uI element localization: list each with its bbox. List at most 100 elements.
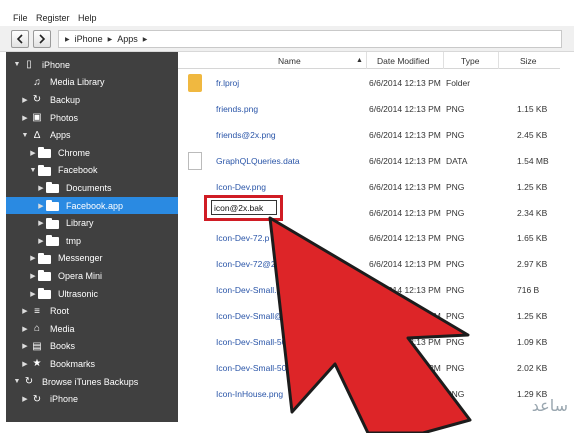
- expand-right-icon[interactable]: ▶: [20, 325, 30, 333]
- sidebar-tree: ▼ ▯ iPhone ♫ Media Library ▶ ↻ Backup ▶ ▣ Photos ▼ ∆…: [6, 52, 178, 422]
- expand-right-icon[interactable]: ▶: [28, 149, 38, 157]
- expand-down-icon[interactable]: ▼: [28, 167, 38, 174]
- folder-shape: [38, 252, 51, 264]
- expand-down-icon[interactable]: ▼: [12, 61, 22, 68]
- folder-shape: [46, 182, 59, 194]
- file-type: PNG: [446, 207, 465, 218]
- sidebar-item-label: iPhone: [42, 59, 71, 70]
- sidebar-item-label: Documents: [66, 182, 112, 193]
- folder-shape: [46, 200, 59, 212]
- scrollbar-track[interactable]: [560, 52, 574, 422]
- breadcrumb-separator-icon: ▶: [142, 36, 148, 43]
- file-date: 6/6/2014 12:13 PM: [369, 337, 441, 347]
- sidebar-item[interactable]: ▼ ▯ iPhone: [6, 56, 178, 74]
- file-row[interactable]: friends@2x.png 6/6/2014 12:13 PM PNG 2.45 K…: [178, 122, 560, 148]
- expand-down-icon[interactable]: ▼: [20, 132, 30, 139]
- file-row[interactable]: Icon-Dev-Small-50@2x.p 6/6/2014 12:13 PM P…: [178, 355, 560, 381]
- file-row[interactable]: Icon-Dev-72.p 6/6/2014 12:13 PM PNG 1.65 KB: [178, 225, 560, 251]
- file-name: friends.png: [216, 103, 259, 114]
- sidebar-item-label: Backup: [50, 94, 81, 105]
- sidebar-item[interactable]: ▶ Documents: [6, 179, 178, 197]
- sidebar-item[interactable]: ▶ Ultrasonic: [6, 285, 178, 303]
- menu-file[interactable]: File: [13, 13, 28, 23]
- file-name: GraphQLQueries.data: [216, 155, 300, 166]
- column-header-date[interactable]: Date Modified: [377, 56, 429, 66]
- phone-icon: ▯: [26, 59, 32, 71]
- expand-right-icon[interactable]: ▶: [28, 272, 38, 280]
- file-name: Icon-Dev-Small-50@2x.p: [216, 362, 312, 373]
- sidebar-item[interactable]: ▶ Opera Mini: [6, 267, 178, 285]
- menu-bar: File Register Help: [0, 0, 574, 26]
- folder-shape: [46, 235, 59, 247]
- sidebar-item[interactable]: ▶ ▤ Books: [6, 338, 178, 356]
- sidebar-item[interactable]: ▶ tmp: [6, 232, 178, 250]
- breadcrumb-item-apps[interactable]: Apps: [117, 34, 138, 44]
- file-row[interactable]: fr.lproj 6/6/2014 12:13 PM Folder: [178, 70, 560, 96]
- sidebar-item[interactable]: ▶ Library: [6, 214, 178, 232]
- file-row[interactable]: Icon-Dev-Small@2x.p 6/6/2014 12:13 PM PNG 1…: [178, 303, 560, 329]
- file-row[interactable]: friends.png 6/6/2014 12:13 PM PNG 1.15 KB: [178, 96, 560, 122]
- breadcrumb-separator-icon: ▶: [65, 36, 70, 43]
- menu-help[interactable]: Help: [78, 13, 97, 23]
- file-row[interactable]: Icon-Dev-Small-50.png 6/6/2014 12:13 PM PN…: [178, 329, 560, 355]
- sidebar-item[interactable]: ▶ ★ Bookmarks: [6, 355, 178, 373]
- sidebar-item[interactable]: ▶ Messenger: [6, 250, 178, 268]
- expand-right-icon[interactable]: ▶: [20, 307, 30, 315]
- forward-button[interactable]: [33, 30, 51, 48]
- file-type: PNG: [446, 233, 465, 244]
- column-divider[interactable]: [498, 52, 499, 69]
- sidebar-item[interactable]: ▼ ↻ Browse iTunes Backups: [6, 373, 178, 391]
- expand-right-icon[interactable]: ▶: [28, 254, 38, 262]
- column-divider[interactable]: [443, 52, 444, 69]
- file-name: friends@2x.png: [216, 129, 276, 140]
- expand-down-icon[interactable]: ▼: [12, 378, 22, 385]
- file-size: 2.02 KB: [517, 362, 548, 373]
- column-divider[interactable]: [366, 52, 367, 69]
- expand-right-icon[interactable]: ▶: [36, 237, 46, 245]
- file-size: 2.34 KB: [517, 207, 548, 218]
- sidebar-item-label: Facebook: [58, 165, 98, 176]
- file-type: PNG: [446, 181, 465, 192]
- expand-right-icon[interactable]: ▶: [20, 96, 30, 104]
- sidebar-item[interactable]: ▶ ↻ iPhone: [6, 390, 178, 408]
- sidebar-item[interactable]: ▶ Facebook.app: [6, 196, 178, 215]
- expand-right-icon[interactable]: ▶: [36, 219, 46, 227]
- media-icon: ⌂: [33, 323, 41, 335]
- sidebar-item[interactable]: ▶ ⌂ Media: [6, 320, 178, 338]
- sidebar-item-label: Root: [50, 306, 70, 317]
- file-row[interactable]: Icon-Dev-Small.png 6/6/2014 12:13 PM PNG 71…: [178, 277, 560, 303]
- sidebar-item-label: Media: [50, 323, 75, 334]
- music-icon: ♫: [33, 76, 41, 88]
- back-button[interactable]: [11, 30, 29, 48]
- sidebar-item[interactable]: ♫ Media Library: [6, 74, 178, 92]
- file-type: PNG: [446, 129, 465, 140]
- sidebar-item-label: Photos: [50, 112, 79, 123]
- expand-right-icon[interactable]: ▶: [20, 360, 30, 368]
- expand-right-icon[interactable]: ▶: [20, 114, 30, 122]
- folder-icon: [46, 235, 60, 247]
- expand-right-icon[interactable]: ▶: [20, 395, 30, 403]
- expand-right-icon[interactable]: ▶: [36, 202, 46, 210]
- folder-icon: [46, 200, 60, 212]
- sidebar-item[interactable]: ▶ ▣ Photos: [6, 109, 178, 127]
- sidebar-item[interactable]: ▼ ∆ Apps: [6, 126, 178, 144]
- menu-register[interactable]: Register: [36, 13, 70, 23]
- sidebar-item[interactable]: ▶ ↻ Backup: [6, 91, 178, 109]
- file-date: 6/6/2014 12:13 PM: [369, 259, 441, 270]
- sidebar-item-label: iPhone: [50, 394, 79, 405]
- file-size: 1.15 KB: [517, 103, 548, 114]
- file-row[interactable]: Icon-Dev-72@2x 6/6/2014 12:13 PM PNG 2.97 K…: [178, 251, 560, 277]
- column-header-type[interactable]: Type: [461, 56, 479, 66]
- file-name: Icon-Dev-Small-50.png: [216, 337, 303, 347]
- sidebar-item[interactable]: ▼ Facebook: [6, 162, 178, 180]
- sidebar-item[interactable]: ▶ ≡ Root: [6, 302, 178, 320]
- expand-right-icon[interactable]: ▶: [36, 184, 46, 192]
- sidebar-item-label: Chrome: [58, 147, 91, 158]
- sidebar-item[interactable]: ▶ Chrome: [6, 144, 178, 162]
- expand-right-icon[interactable]: ▶: [28, 290, 38, 298]
- expand-right-icon[interactable]: ▶: [20, 342, 30, 350]
- column-header-name[interactable]: Name: [278, 56, 301, 66]
- breadcrumb-item-iphone[interactable]: iPhone: [75, 34, 103, 44]
- column-header-size[interactable]: Size: [520, 56, 537, 66]
- file-row[interactable]: GraphQLQueries.data 6/6/2014 12:13 PM DATA…: [178, 148, 560, 174]
